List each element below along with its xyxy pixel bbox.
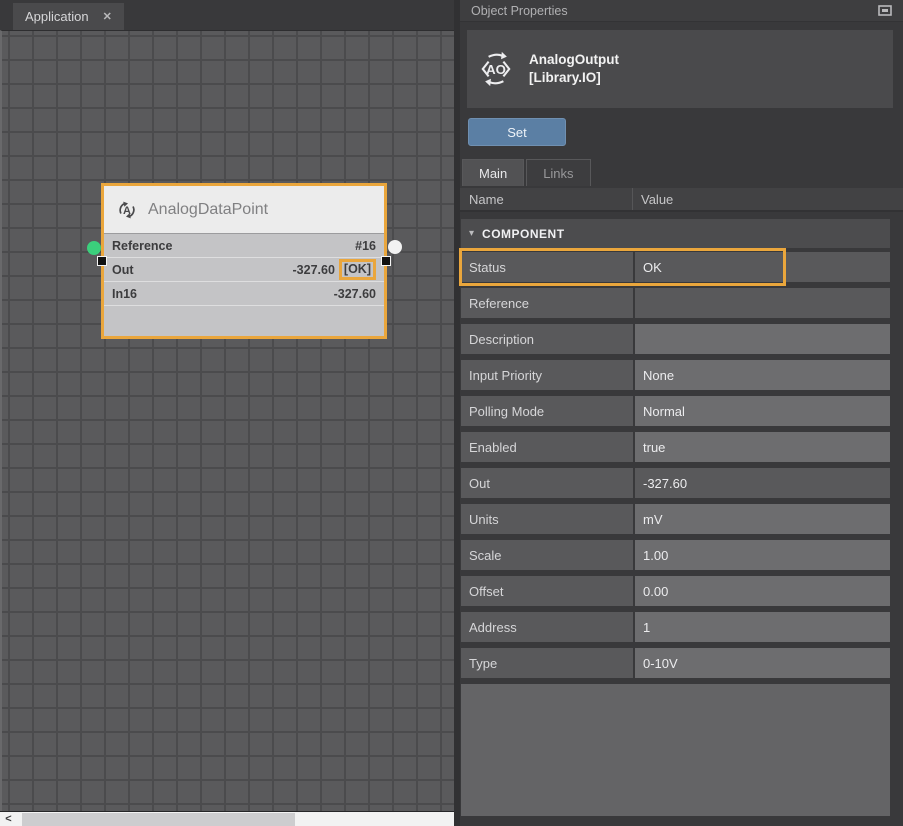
property-name-cell: Enabled (461, 432, 633, 462)
collapse-caret-icon: ▾ (469, 228, 474, 239)
set-button[interactable]: Set (468, 118, 566, 146)
property-value-cell: OK (635, 252, 890, 282)
node-slot-row[interactable]: In16 -327.60 (104, 282, 384, 306)
property-rows: StatusOKReferenceDescriptionInput Priori… (461, 252, 890, 684)
wiresheet-pane: Application ✕ A AnalogData (0, 0, 454, 826)
selection-handle-left[interactable] (97, 256, 107, 266)
property-value-cell[interactable]: None (635, 360, 890, 390)
property-name-cell: Scale (461, 540, 633, 570)
property-name-cell: Units (461, 504, 633, 534)
horizontal-scrollbar[interactable]: < (0, 811, 454, 826)
property-value-cell (635, 288, 890, 318)
selection-handle-right[interactable] (381, 256, 391, 266)
object-identity: AnalogOutput [Library.IO] (529, 51, 619, 87)
scrollbar-thumb[interactable] (22, 813, 295, 826)
property-name-cell: Polling Mode (461, 396, 633, 426)
property-name-cell: Reference (461, 288, 633, 318)
property-row-input-priority: Input PriorityNone (461, 360, 890, 390)
node-slot-rows: Reference #16 Out -327.60 [OK] In16 -327.60 (104, 234, 384, 330)
property-row-status: StatusOK (461, 252, 890, 282)
slot-value: -327.60 (293, 263, 335, 277)
selected-object-card: AO AnalogOutput [Library.IO] (467, 30, 893, 108)
output-port-connector[interactable] (388, 240, 402, 254)
application-window: Application ✕ A AnalogData (0, 0, 903, 826)
slot-name: In16 (112, 287, 137, 301)
node-slot-row[interactable]: Out -327.60 [OK] (104, 258, 384, 282)
property-row-type: Type0-10V (461, 648, 890, 678)
tab-application[interactable]: Application ✕ (13, 3, 124, 30)
property-row-address: Address1 (461, 612, 890, 642)
svg-text:AO: AO (486, 62, 506, 77)
input-port-connector[interactable] (87, 241, 101, 255)
property-row-scale: Scale1.00 (461, 540, 890, 570)
column-header-value: Value (633, 192, 673, 207)
object-properties-panel: Object Properties AO (460, 0, 903, 826)
panel-titlebar: Object Properties (460, 0, 903, 22)
property-row-out: Out-327.60 (461, 468, 890, 498)
tab-close-icon[interactable]: ✕ (103, 10, 112, 23)
node-header[interactable]: A AnalogDataPoint (104, 186, 384, 234)
property-value-cell[interactable]: 1.00 (635, 540, 890, 570)
scroll-left-arrow[interactable]: < (0, 812, 17, 826)
property-value-cell[interactable]: 1 (635, 612, 890, 642)
property-name-cell: Out (461, 468, 633, 498)
node-slot-row[interactable]: Reference #16 (104, 234, 384, 258)
status-ok-badge: [OK] (339, 259, 376, 280)
table-empty-area (461, 684, 890, 816)
object-library: [Library.IO] (529, 69, 619, 87)
slot-value: #16 (355, 239, 376, 253)
property-table-header: Name Value (460, 188, 903, 212)
property-value-cell[interactable]: mV (635, 504, 890, 534)
property-table: ▾ COMPONENT StatusOKReferenceDescription… (460, 212, 903, 826)
property-value-cell: -327.60 (635, 468, 890, 498)
property-name-cell: Description (461, 324, 633, 354)
property-row-reference: Reference (461, 288, 890, 318)
wiresheet-canvas[interactable]: A AnalogDataPoint Reference #16 Out -327.60… (0, 30, 454, 811)
node-empty-row (104, 306, 384, 330)
section-label: COMPONENT (482, 227, 565, 241)
property-name-cell: Offset (461, 576, 633, 606)
property-name-cell: Status (461, 252, 633, 282)
analog-output-icon: AO (477, 50, 515, 88)
property-value-cell[interactable]: true (635, 432, 890, 462)
slot-name: Out (112, 263, 134, 277)
properties-tabs: Main Links (460, 159, 903, 186)
property-name-cell: Type (461, 648, 633, 678)
section-component[interactable]: ▾ COMPONENT (461, 219, 890, 248)
object-type-name: AnalogOutput (529, 51, 619, 69)
dock-window-icon[interactable] (878, 5, 892, 16)
property-value-cell[interactable] (635, 324, 890, 354)
slot-value: -327.60 (334, 287, 376, 301)
tab-application-label: Application (25, 9, 89, 24)
slot-name: Reference (112, 239, 172, 253)
property-row-units: UnitsmV (461, 504, 890, 534)
document-tabbar: Application ✕ (0, 0, 454, 30)
column-header-name: Name (460, 188, 633, 210)
property-row-description: Description (461, 324, 890, 354)
property-value-cell[interactable]: 0.00 (635, 576, 890, 606)
panel-title: Object Properties (471, 4, 568, 18)
analog-cycle-icon: A (116, 199, 138, 221)
tab-main[interactable]: Main (462, 159, 524, 186)
property-row-polling-mode: Polling ModeNormal (461, 396, 890, 426)
property-name-cell: Address (461, 612, 633, 642)
property-name-cell: Input Priority (461, 360, 633, 390)
property-value-cell[interactable]: Normal (635, 396, 890, 426)
node-title: AnalogDataPoint (148, 201, 268, 219)
property-value-cell[interactable]: 0-10V (635, 648, 890, 678)
tab-links[interactable]: Links (526, 159, 590, 186)
property-row-enabled: Enabledtrue (461, 432, 890, 462)
property-row-offset: Offset0.00 (461, 576, 890, 606)
analog-data-point-node[interactable]: A AnalogDataPoint Reference #16 Out -327.60… (101, 183, 387, 339)
